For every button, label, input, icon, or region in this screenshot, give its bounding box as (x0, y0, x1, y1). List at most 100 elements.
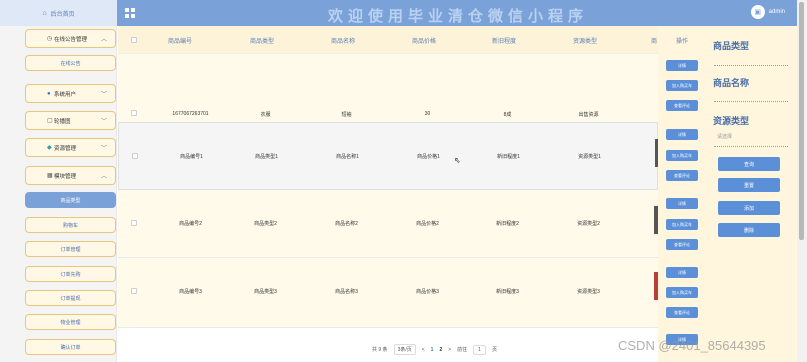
cell: 衣服 (260, 112, 271, 118)
action-header: 操作 (676, 39, 689, 45)
add-cart-button[interactable]: 加入购买车 (666, 150, 698, 161)
sidebar-item-product-type[interactable]: 商品类型 (25, 192, 116, 208)
cell: 商品编号3 (179, 289, 202, 295)
review-button[interactable]: 查看评论 (666, 307, 698, 318)
sidebar: ◷ 在线公告管理 ︿ 在线公告 ● 系统用户 ﹀ ▢ 轮播图 ﹀ ◆ 资源管理 … (0, 26, 117, 362)
goto-suffix: 页 (491, 347, 497, 353)
chevron-up-icon: ︿ (100, 37, 107, 43)
row-checkbox[interactable] (132, 153, 138, 159)
col-header: 新旧程度 (492, 39, 517, 45)
cell: 新旧程度1 (497, 154, 520, 160)
home-icon: ⌂ (42, 9, 47, 17)
sidebar-item-orders[interactable]: 订单管理 (25, 241, 116, 257)
sidebar-group-announcement[interactable]: ◷ 在线公告管理 ︿ (25, 29, 116, 48)
home-link[interactable]: ⌂ 后台首页 (0, 0, 117, 26)
top-bar: ⌂ 后台首页 欢迎使用毕业清仓微信小程序 ▣ admin (0, 0, 797, 26)
cell: 商品类型1 (255, 154, 278, 160)
detail-button[interactable]: 详情 (666, 60, 698, 71)
search-panel: 商品类型 商品名称 资源类型 请选择 查询 重置 添加 删除 (708, 26, 797, 362)
sidebar-item-order-prebuy[interactable]: 订单先购 (25, 266, 116, 282)
grid-icon: ▦ (47, 173, 53, 179)
delete-button[interactable]: 删除 (718, 223, 780, 237)
chevron-down-icon: ﹀ (100, 146, 107, 152)
cell: 商品名称2 (335, 221, 358, 227)
detail-button[interactable]: 详情 (666, 267, 698, 278)
cell: 新旧程度3 (496, 289, 519, 295)
sidebar-group-label: 系统用户 (54, 91, 77, 98)
cell: 商品价格1 (417, 154, 440, 160)
chevron-up-icon: ︿ (100, 174, 107, 180)
row-checkbox[interactable] (131, 288, 137, 294)
cell: 商品类型2 (254, 221, 277, 227)
cell: 商品类型3 (254, 289, 277, 295)
add-cart-button[interactable]: 加入购买车 (666, 219, 698, 230)
row-checkbox[interactable] (131, 220, 137, 226)
detail-button[interactable]: 详情 (666, 129, 698, 140)
table-row[interactable]: 商品编号3 商品类型3 商品名称3 商品价格3 新旧程度3 资源类型3 (118, 258, 658, 328)
cell: 短袖 (341, 112, 352, 118)
detail-button[interactable]: 详情 (666, 198, 698, 209)
page-title: 欢迎使用毕业清仓微信小程序 (328, 8, 589, 25)
sidebar-group-resources[interactable]: ◆ 资源管理 ﹀ (25, 138, 116, 157)
cell: 商品名称3 (335, 289, 358, 295)
cell: 资源类型1 (578, 154, 601, 160)
chevron-down-icon: ﹀ (100, 119, 107, 125)
table-header: 商品编号 商品类型 商品名称 商品价格 新旧程度 资源类型 商 (118, 26, 658, 54)
review-button[interactable]: 查看评论 (666, 100, 698, 111)
sidebar-group-users[interactable]: ● 系统用户 ﹀ (25, 84, 116, 103)
sidebar-item-confirm-order[interactable]: 确认订单 (25, 339, 116, 355)
menu-toggle-icon[interactable] (125, 8, 135, 18)
prev-page-button[interactable]: < (422, 347, 425, 353)
avatar-icon: ▣ (750, 5, 765, 19)
add-cart-button[interactable]: 加入购买车 (666, 287, 698, 298)
reset-button[interactable]: 重置 (718, 178, 780, 192)
row-checkbox[interactable] (131, 110, 137, 116)
select-all-checkbox[interactable] (131, 37, 137, 43)
page: ⌂ 后台首页 欢迎使用毕业清仓微信小程序 ▣ admin ◷ 在线公告管理 ︿ … (0, 0, 807, 362)
cell: 30 (424, 111, 431, 117)
col-header: 资源类型 (573, 39, 598, 45)
product-name-input[interactable] (714, 101, 788, 102)
query-button[interactable]: 查询 (718, 157, 780, 171)
product-table: 商品编号 商品类型 商品名称 商品价格 新旧程度 资源类型 商 16770672… (118, 26, 659, 362)
product-name-label: 商品名称 (713, 78, 750, 88)
goto-page-input[interactable]: 1 (473, 344, 486, 355)
page-size-select[interactable]: 3条/页 (393, 344, 416, 355)
watermark: CSDN @2401_85644395 (618, 338, 766, 353)
home-label: 后台首页 (50, 11, 75, 18)
cell: 资源类型2 (577, 221, 600, 227)
pagination: 共 9 条 3条/页 < 1 2 > 前往 1 页 (372, 344, 497, 355)
review-button[interactable]: 查看评论 (666, 170, 698, 181)
resource-type-label: 资源类型 (713, 116, 750, 126)
add-cart-button[interactable]: 加入购买车 (666, 80, 698, 91)
review-button[interactable]: 查看评论 (666, 239, 698, 250)
user-icon: ● (47, 90, 51, 97)
table-row[interactable]: 商品编号1 商品类型1 商品名称1 商品价格1 新旧程度1 资源类型1 (118, 122, 659, 190)
scrollbar-thumb[interactable] (799, 2, 804, 240)
col-header: 商品编号 (168, 39, 193, 45)
cell: 商品编号2 (179, 221, 202, 227)
sidebar-group-carousel[interactable]: ▢ 轮播图 ﹀ (25, 111, 116, 130)
user-menu[interactable]: ▣ admin (750, 5, 785, 19)
table-row[interactable]: 商品编号2 商品类型2 商品名称2 商品价格2 新旧程度2 资源类型2 (118, 190, 658, 258)
sidebar-item-announcement[interactable]: 在线公告 (25, 55, 116, 71)
col-header: 商品名称 (331, 39, 356, 45)
page-scrollbar[interactable] (797, 0, 807, 362)
product-type-input[interactable] (714, 65, 788, 66)
page-2-button[interactable]: 2 (439, 347, 442, 353)
col-header: 商 (651, 39, 658, 45)
sidebar-item-property[interactable]: 物业管理 (25, 314, 116, 330)
sidebar-item-cart[interactable]: 购物车 (25, 217, 116, 233)
goto-prefix: 前往 (457, 347, 468, 353)
clock-icon: ◷ (47, 36, 53, 42)
cell: 商品名称1 (336, 154, 359, 160)
sidebar-group-label: 在线公告管理 (54, 36, 88, 43)
sidebar-group-modules[interactable]: ▦ 模块管理 ︿ (25, 166, 116, 185)
sidebar-item-order-withdraw[interactable]: 订单提现 (25, 290, 116, 306)
page-1-button[interactable]: 1 (431, 347, 434, 353)
cell: 新旧程度2 (496, 221, 519, 227)
resource-type-select[interactable]: 请选择 (717, 133, 732, 140)
add-button[interactable]: 添加 (718, 201, 780, 215)
next-page-button[interactable]: > (448, 347, 451, 353)
sidebar-group-label: 资源管理 (54, 145, 77, 152)
